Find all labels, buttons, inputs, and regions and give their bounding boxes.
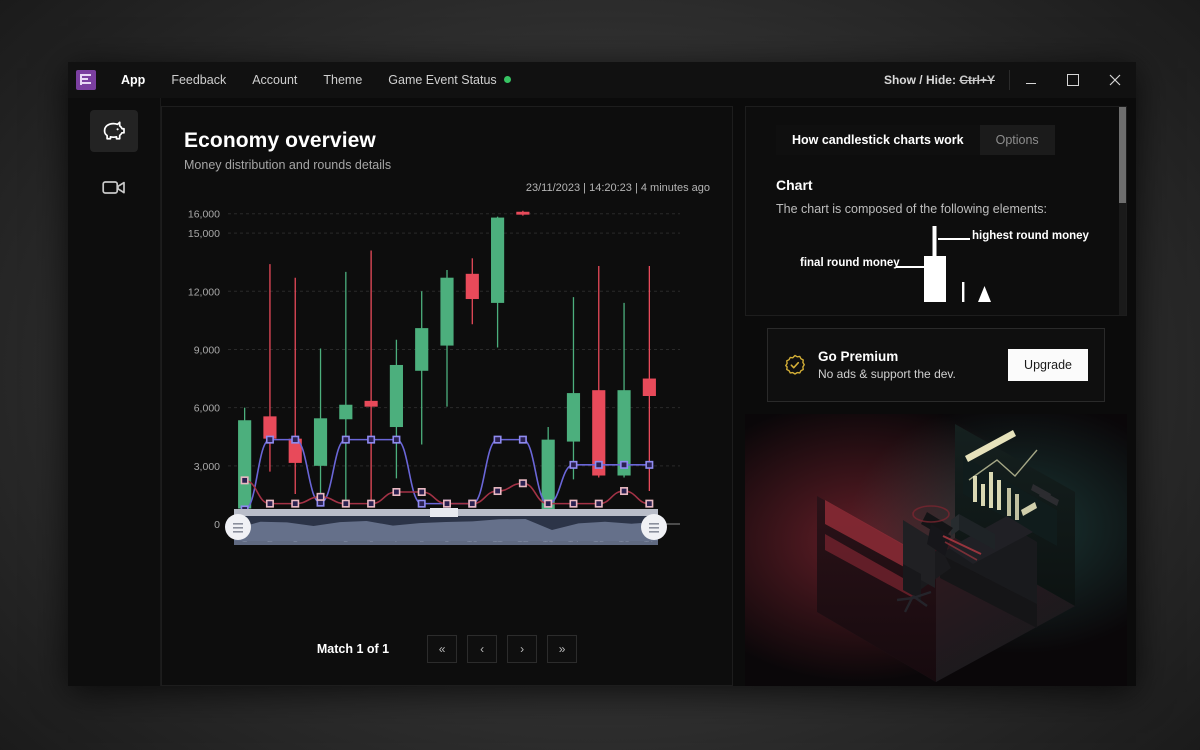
promo-artwork[interactable] xyxy=(745,414,1127,686)
chart-timestamp: 23/11/2023 | 14:20:23 | 4 minutes ago xyxy=(525,182,710,194)
next-page-button[interactable]: › xyxy=(507,635,538,663)
menu-label: Account xyxy=(252,73,298,87)
app-logo-icon xyxy=(76,70,96,90)
candlestick-diagram: highest round money final round money xyxy=(746,222,1126,302)
page-title: Economy overview xyxy=(184,129,376,152)
show-hide-label: Show / Hide: xyxy=(883,73,956,87)
svg-text:9,000: 9,000 xyxy=(194,344,220,356)
premium-subtitle: No ads & support the dev. xyxy=(818,367,956,381)
right-column: How candlestick charts work Options Char… xyxy=(745,106,1127,686)
info-heading: Chart xyxy=(776,177,813,193)
menu-label: Feedback xyxy=(171,73,227,87)
show-hide-shortcut: Ctrl+Y xyxy=(959,73,995,87)
premium-title: Go Premium xyxy=(818,349,899,364)
minimize-button[interactable] xyxy=(1010,62,1052,98)
menu-item-theme[interactable]: Theme xyxy=(310,64,375,96)
svg-text:3,000: 3,000 xyxy=(194,461,220,473)
window-controls: Show / Hide: Ctrl+Y xyxy=(884,62,1136,98)
title-bar: App Feedback Account Theme Game Event St… xyxy=(68,62,1136,98)
diagram-label-high: highest round money xyxy=(972,230,1089,242)
tab-options[interactable]: Options xyxy=(980,125,1055,155)
piggy-bank-icon xyxy=(103,121,125,140)
plot-svg: 03,0006,0009,00012,00015,00016,000123456… xyxy=(188,209,680,545)
left-rail xyxy=(68,98,161,686)
info-tabs: How candlestick charts work Options xyxy=(776,125,1055,155)
menu-label: App xyxy=(121,73,146,87)
svg-text:16,000: 16,000 xyxy=(188,209,220,221)
maximize-icon xyxy=(1067,74,1079,86)
minimize-icon xyxy=(1026,83,1036,84)
upgrade-button[interactable]: Upgrade xyxy=(1008,349,1088,381)
menu-item-feedback[interactable]: Feedback xyxy=(158,64,239,96)
page-subtitle: Money distribution and rounds details xyxy=(184,158,392,172)
economy-chart-panel: Economy overview Money distribution and … xyxy=(161,106,733,686)
svg-text:15,000: 15,000 xyxy=(188,228,220,240)
show-hide-hint: Show / Hide: Ctrl+Y xyxy=(884,70,1010,90)
rail-item-recordings[interactable] xyxy=(90,166,138,208)
tab-how-candlestick-charts-work[interactable]: How candlestick charts work xyxy=(776,125,980,155)
range-slider[interactable] xyxy=(220,507,672,545)
status-dot-icon xyxy=(503,76,511,83)
video-camera-icon xyxy=(102,181,125,194)
menu-item-app[interactable]: App xyxy=(108,64,158,96)
menu-item-account[interactable]: Account xyxy=(239,64,310,96)
svg-text:6,000: 6,000 xyxy=(194,403,220,415)
menu-item-game-event-status[interactable]: Game Event Status xyxy=(375,64,523,96)
close-button[interactable] xyxy=(1094,62,1136,98)
info-card: How candlestick charts work Options Char… xyxy=(745,106,1127,316)
verified-check-icon xyxy=(785,354,805,375)
app-window: App Feedback Account Theme Game Event St… xyxy=(68,62,1136,686)
prev-page-button[interactable]: ‹ xyxy=(467,635,498,663)
close-icon xyxy=(1109,74,1121,86)
last-page-button[interactable]: » xyxy=(547,635,578,663)
content-area: Economy overview Money distribution and … xyxy=(161,98,1136,686)
menu-label: Theme xyxy=(323,73,363,87)
candlestick-plot[interactable]: 03,0006,0009,00012,00015,00016,000123456… xyxy=(162,194,732,554)
rail-item-economy[interactable] xyxy=(90,110,138,152)
match-counter: Match 1 of 1 xyxy=(316,642,390,656)
menu-label: Game Event Status xyxy=(388,73,497,87)
info-scrollbar-track[interactable] xyxy=(1119,107,1126,315)
premium-text: Go Premium No ads & support the dev. xyxy=(818,349,956,381)
svg-text:12,000: 12,000 xyxy=(188,286,220,298)
window-body: Economy overview Money distribution and … xyxy=(68,98,1136,686)
main-menu: App Feedback Account Theme Game Event St… xyxy=(108,64,524,96)
diagram-label-final: final round money xyxy=(800,257,900,269)
info-scrollbar-thumb[interactable] xyxy=(1119,107,1126,203)
range-slider-svg xyxy=(225,508,667,545)
first-page-button[interactable]: « xyxy=(427,635,458,663)
match-pager: Match 1 of 1 « ‹ › » xyxy=(162,635,732,663)
chart-header: Economy overview Money distribution and … xyxy=(162,107,732,172)
maximize-button[interactable] xyxy=(1052,62,1094,98)
isometric-gaming-room-illustration xyxy=(745,414,1127,686)
go-premium-card: Go Premium No ads & support the dev. Upg… xyxy=(767,328,1105,402)
info-paragraph: The chart is composed of the following e… xyxy=(776,202,1047,216)
